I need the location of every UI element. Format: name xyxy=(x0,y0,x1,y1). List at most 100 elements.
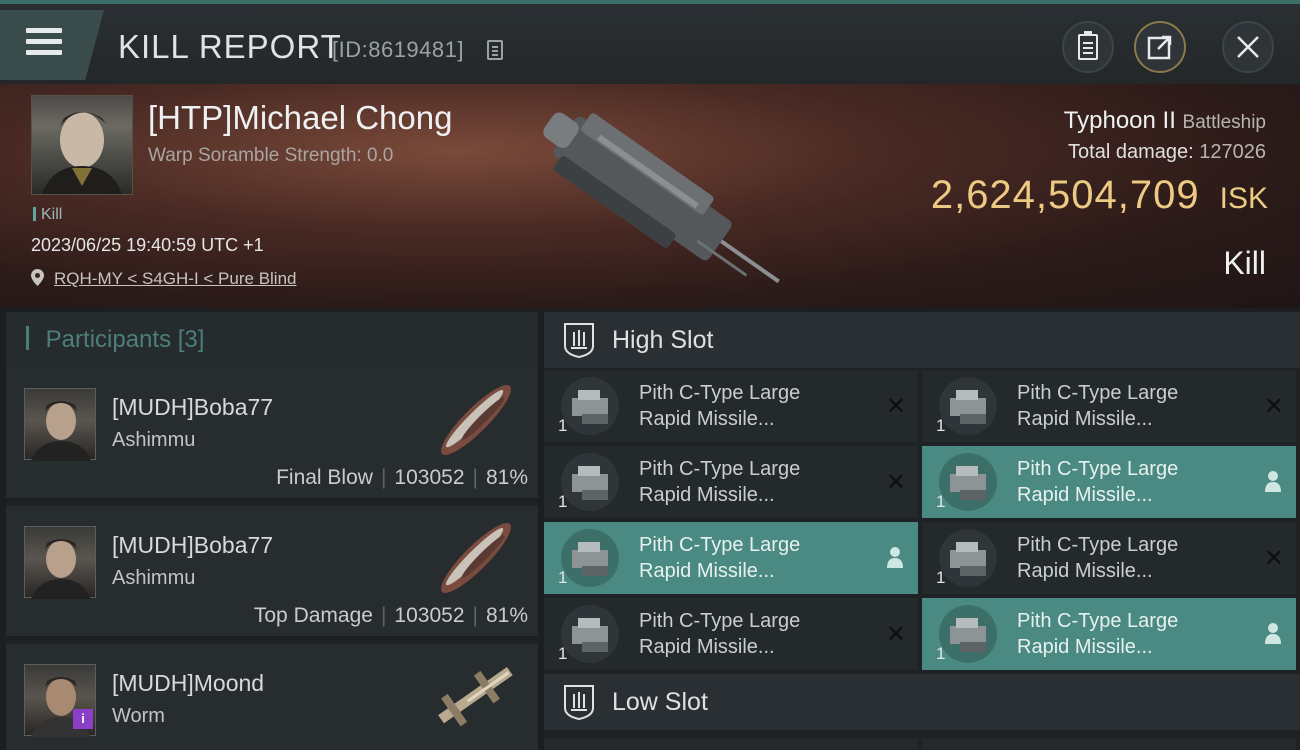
participant-avatar[interactable]: i xyxy=(24,664,96,737)
missile-launcher-icon xyxy=(561,453,619,511)
missile-launcher-icon xyxy=(939,453,997,511)
person-icon xyxy=(1265,471,1281,492)
portrait-icon xyxy=(31,401,91,461)
participants-header: Participants [3] xyxy=(6,312,538,368)
participant-stats: Top Damage | 103052 | 81% xyxy=(253,604,528,627)
module-item[interactable]: 1 Pith C-Type Large Rapid Missile... ✕ xyxy=(544,598,918,670)
total-damage-label: Total damage: xyxy=(1068,141,1194,163)
kill-datetime: 2023/06/25 19:40:59 UTC +1 xyxy=(31,235,264,255)
participants-panel: Participants [3] [MUDH]Boba77 Ashimmu Fi… xyxy=(6,312,538,750)
warp-scramble-strength: Warp Soramble Strength: 0.0 xyxy=(148,145,394,166)
module-quantity: 1 xyxy=(936,492,946,511)
module-quantity: 1 xyxy=(936,644,946,663)
module-quantity: 1 xyxy=(558,644,568,663)
victim-avatar[interactable] xyxy=(31,95,133,195)
slot-icon xyxy=(564,323,594,358)
module-item[interactable] xyxy=(544,738,918,750)
missile-launcher-icon xyxy=(939,377,997,435)
participant-percent: 81% xyxy=(485,604,528,627)
copy-icon[interactable] xyxy=(487,40,503,60)
participant-role: Final Blow xyxy=(276,466,373,489)
clipboard-icon xyxy=(1078,31,1098,60)
participant-ship: Ashimmu xyxy=(112,567,196,589)
kill-tag: Kill xyxy=(33,206,62,224)
victim-name[interactable]: [HTP]Michael Chong xyxy=(148,99,452,137)
page-title: KILL REPORT xyxy=(118,28,342,65)
low-slot-label: Low Slot xyxy=(612,688,708,716)
victim-ship-name: Typhoon II Battleship xyxy=(1064,107,1266,135)
close-icon xyxy=(1237,36,1259,58)
location-pin-icon xyxy=(31,269,44,286)
person-icon xyxy=(887,547,903,568)
module-name: Pith C-Type Large Rapid Missile... xyxy=(639,610,801,658)
module-item[interactable] xyxy=(922,738,1296,750)
missile-launcher-icon xyxy=(939,529,997,587)
module-name: Pith C-Type Large Rapid Missile... xyxy=(639,534,801,582)
destroyed-x-icon: ✕ xyxy=(1263,393,1284,420)
participant-avatar[interactable] xyxy=(24,388,96,461)
kill-result: Kill xyxy=(1223,245,1266,281)
victim-ship-image[interactable] xyxy=(515,100,785,290)
participant-name: [MUDH]Boba77 xyxy=(112,394,274,420)
module-quantity: 1 xyxy=(558,416,568,435)
total-damage-value: 127026 xyxy=(1199,141,1266,163)
module-name: Pith C-Type Large Rapid Missile... xyxy=(639,382,801,430)
module-name: Pith C-Type Large Rapid Missile... xyxy=(1017,458,1179,506)
ship-class: Battleship xyxy=(1182,112,1266,133)
module-item[interactable]: 1 Pith C-Type Large Rapid Missile... xyxy=(922,598,1296,670)
export-button[interactable] xyxy=(1134,21,1186,73)
participant-row[interactable]: [MUDH]Boba77 Ashimmu Final Blow | 103052 | 8… xyxy=(6,368,538,502)
menu-icon xyxy=(26,28,62,58)
participants-count: [3] xyxy=(177,326,205,353)
high-slot-header: High Slot xyxy=(544,312,1300,368)
module-name: Pith C-Type Large Rapid Missile... xyxy=(1017,382,1179,430)
destroyed-x-icon: ✕ xyxy=(885,393,906,420)
isk-value: 2,624,504,709 ISK xyxy=(931,173,1268,218)
module-item[interactable]: 1 Pith C-Type Large Rapid Missile... ✕ xyxy=(544,370,918,442)
module-item[interactable]: 1 Pith C-Type Large Rapid Missile... ✕ xyxy=(922,370,1296,442)
module-name: Pith C-Type Large Rapid Missile... xyxy=(1017,610,1179,658)
participant-damage: 103052 xyxy=(394,466,465,489)
clipboard-button[interactable] xyxy=(1062,21,1114,73)
module-quantity: 1 xyxy=(936,568,946,587)
module-item[interactable]: 1 Pith C-Type Large Rapid Missile... ✕ xyxy=(922,522,1296,594)
slot-icon xyxy=(564,685,594,720)
participant-damage: 103052 xyxy=(394,604,465,627)
participant-row[interactable]: [MUDH]Boba77 Ashimmu Top Damage | 103052 | 8… xyxy=(6,506,538,640)
export-icon xyxy=(1147,35,1172,60)
module-item[interactable]: 1 Pith C-Type Large Rapid Missile... xyxy=(922,446,1296,518)
destroyed-x-icon: ✕ xyxy=(1263,545,1284,572)
person-icon xyxy=(1265,623,1281,644)
module-item[interactable]: 1 Pith C-Type Large Rapid Missile... ✕ xyxy=(544,446,918,518)
participant-row[interactable]: i [MUDH]Moond Worm xyxy=(6,644,538,750)
report-id: [ID:8619481] xyxy=(332,37,464,62)
header-bar: KILL REPORT [ID:8619481] xyxy=(0,0,1300,84)
participant-role: Top Damage xyxy=(253,604,373,627)
participant-name: [MUDH]Boba77 xyxy=(112,532,274,558)
close-button[interactable] xyxy=(1222,21,1274,73)
fitting-panel: High Slot 1 Pith C-Type Large Rapid Missi… xyxy=(544,312,1300,750)
isk-amount: 2,624,504,709 xyxy=(930,173,1200,217)
module-quantity: 1 xyxy=(558,568,568,587)
module-quantity: 1 xyxy=(936,416,946,435)
module-item[interactable]: 1 Pith C-Type Large Rapid Missile... xyxy=(544,522,918,594)
module-name: Pith C-Type Large Rapid Missile... xyxy=(639,458,801,506)
participant-ship-image xyxy=(441,385,511,455)
info-badge[interactable]: i xyxy=(73,709,93,729)
participant-ship: Worm xyxy=(112,705,165,727)
portrait-icon xyxy=(42,112,122,194)
participant-ship-image xyxy=(438,666,513,727)
menu-button[interactable] xyxy=(0,10,104,80)
ship-type: Typhoon II xyxy=(1063,107,1176,134)
participant-avatar[interactable] xyxy=(24,526,96,599)
participant-stats: Final Blow | 103052 | 81% xyxy=(276,466,528,489)
module-name: Pith C-Type Large Rapid Missile... xyxy=(1017,534,1179,582)
missile-launcher-icon xyxy=(561,605,619,663)
location-link[interactable]: RQH-MY < S4GH-I < Pure Blind xyxy=(54,269,297,289)
isk-unit: ISK xyxy=(1219,182,1268,215)
missile-launcher-icon xyxy=(939,605,997,663)
total-damage: Total damage: 127026 xyxy=(1068,141,1266,164)
participant-ship: Ashimmu xyxy=(112,429,196,451)
participant-percent: 81% xyxy=(485,466,528,489)
destroyed-x-icon: ✕ xyxy=(885,621,906,648)
